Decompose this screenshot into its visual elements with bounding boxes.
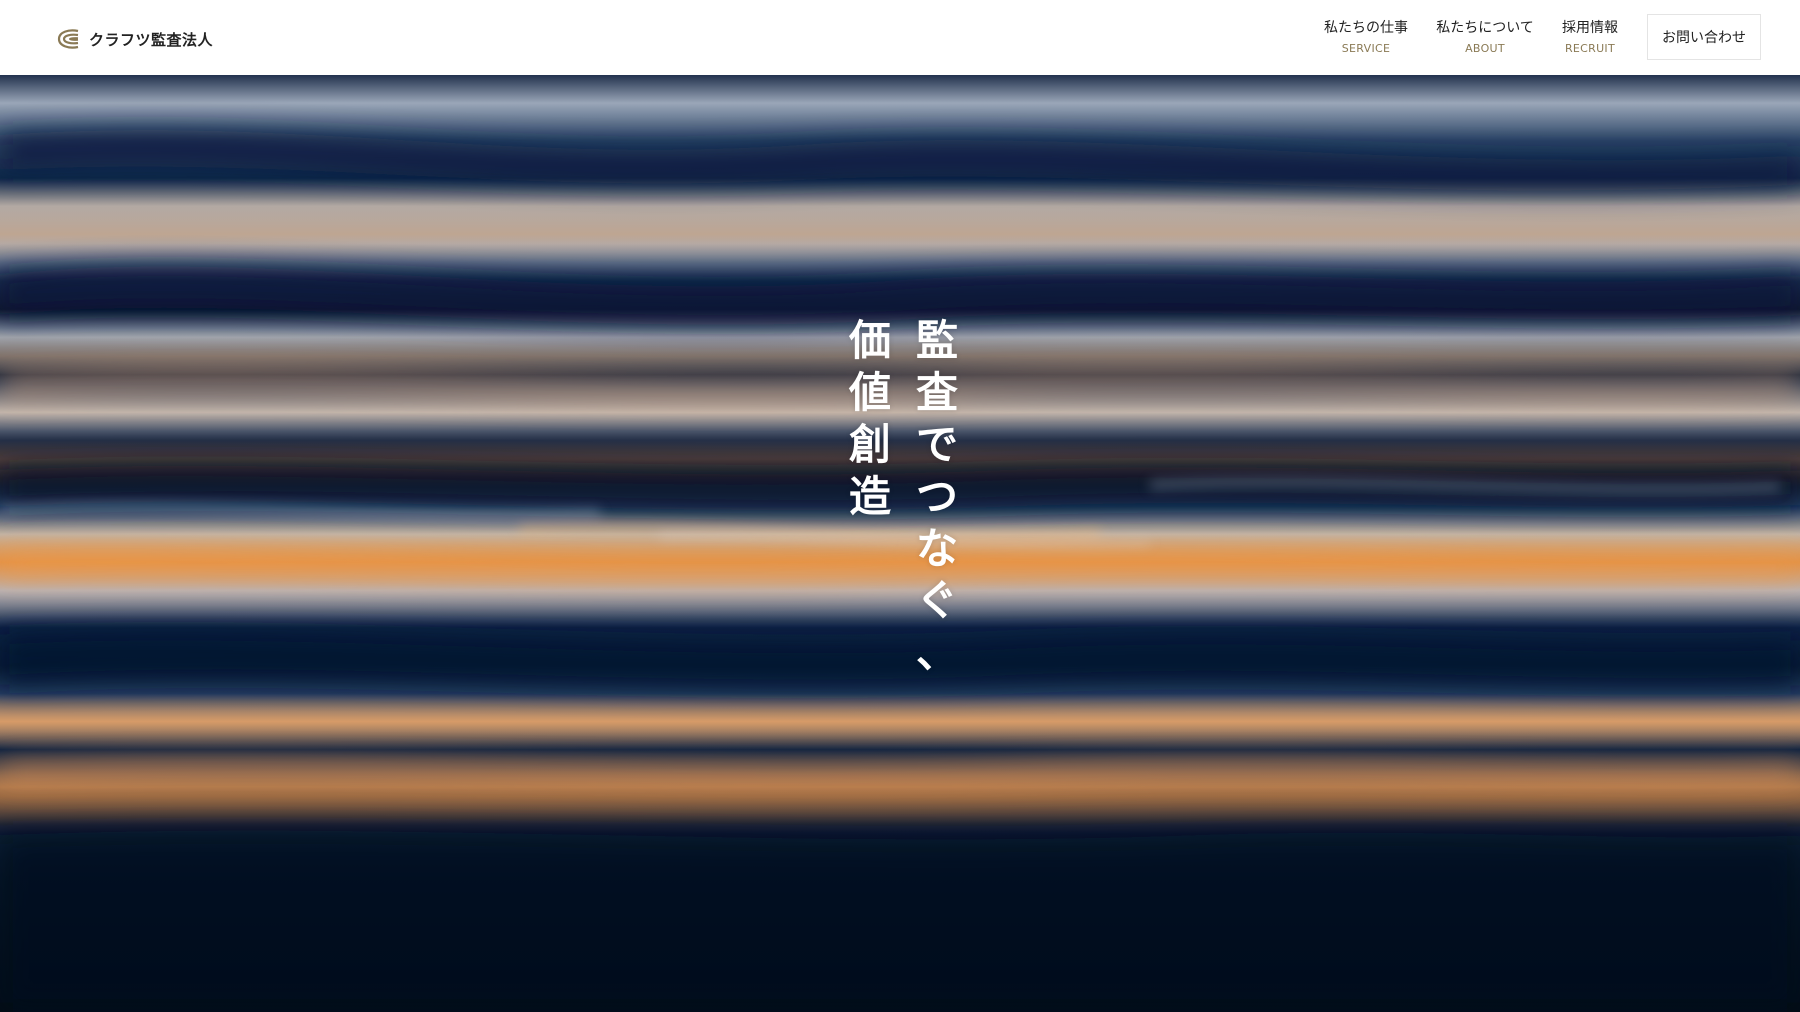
nav-item-about-sublabel: ABOUT — [1465, 42, 1505, 55]
hero-tagline-line-1-char: 監 — [915, 316, 958, 365]
logo-text: クラフツ監査法人 — [89, 30, 214, 49]
site-header: クラフツ監査法人 私たちの仕事 SERVICE 私たちについて ABOUT 採用… — [0, 0, 1800, 75]
nav-item-recruit-label: 採用情報 — [1562, 20, 1618, 36]
hero-section: 監 査 で つ な ぐ 、 価 値 創 造 — [0, 75, 1800, 1012]
hero-tagline-line-2: 価 値 創 造 — [845, 315, 895, 523]
nav-item-about[interactable]: 私たちについて ABOUT — [1434, 18, 1536, 56]
hero-tagline-line-1-char: で — [915, 420, 958, 469]
hero-tagline-line-1-char: 、 — [915, 628, 958, 677]
hero-tagline-line-2-char: 創 — [848, 420, 891, 469]
nav-item-service-label: 私たちの仕事 — [1324, 20, 1408, 36]
hero-tagline-line-2-char: 価 — [848, 316, 891, 365]
nav-item-service-sublabel: SERVICE — [1341, 42, 1391, 55]
hero-tagline-line-2-char: 造 — [848, 472, 891, 521]
hero-tagline-line-2-char: 値 — [848, 368, 891, 417]
hero-tagline-line-1-char: な — [915, 524, 958, 573]
nav-item-service[interactable]: 私たちの仕事 SERVICE — [1322, 18, 1410, 56]
hero-tagline-line-1-char: つ — [915, 472, 958, 521]
crafts-logo-icon — [57, 29, 79, 49]
logo-link[interactable]: クラフツ監査法人 — [56, 26, 213, 52]
water-ripples-background — [0, 130, 1800, 1012]
page: クラフツ監査法人 私たちの仕事 SERVICE 私たちについて ABOUT 採用… — [0, 0, 1800, 1012]
hero-tagline-line-1-char: ぐ — [915, 576, 958, 625]
contact-button[interactable]: お問い合わせ — [1647, 14, 1761, 60]
nav-item-about-label: 私たちについて — [1436, 20, 1534, 36]
nav-item-recruit-sublabel: RECRUIT — [1564, 42, 1616, 55]
hero-tagline-line-1-char: 査 — [915, 368, 958, 417]
hero-tagline-line-1: 監 査 で つ な ぐ 、 — [912, 315, 962, 679]
nav-item-recruit[interactable]: 採用情報 RECRUIT — [1560, 18, 1620, 56]
